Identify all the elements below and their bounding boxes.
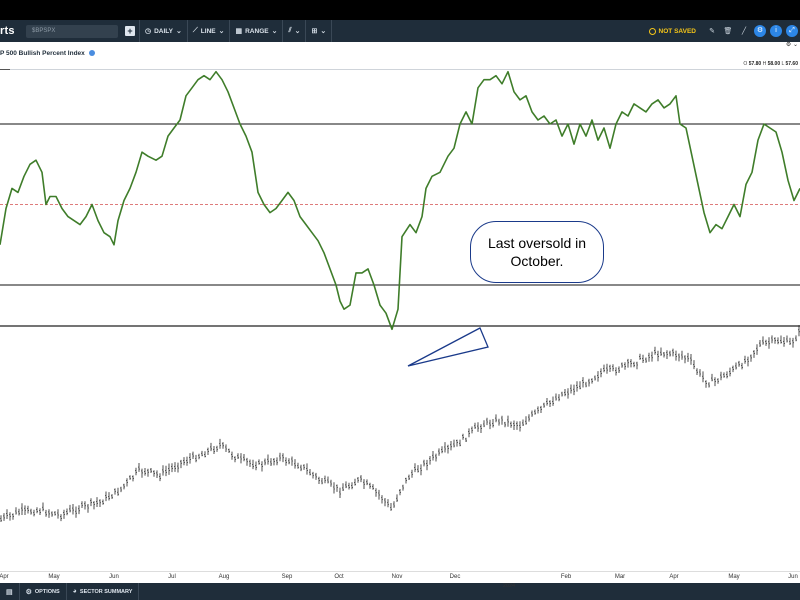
info-icon[interactable]: i xyxy=(770,25,782,37)
sector-summary-button[interactable]: ◕ SECTOR SUMMARY xyxy=(67,583,140,600)
x-axis-label: Nov xyxy=(391,574,403,580)
chart-area[interactable] xyxy=(0,70,800,571)
clock-icon: ◷ xyxy=(145,28,152,35)
bottom-left-button[interactable]: ▤ xyxy=(0,583,20,600)
chart-type-label: LINE xyxy=(200,27,216,35)
chart-svg xyxy=(0,70,800,522)
options-label: OPTIONS xyxy=(34,588,60,595)
x-axis-label: May xyxy=(728,574,740,580)
x-axis-label: Dec xyxy=(449,574,461,580)
chevron-down-icon: ⌄ xyxy=(271,28,278,35)
expand-icon[interactable]: ⤢ xyxy=(786,25,798,37)
comment-icon[interactable]: ✎ xyxy=(704,27,720,35)
callout-pointer xyxy=(407,327,489,367)
year-label: 2024 xyxy=(502,583,516,589)
calendar-icon: ▦ xyxy=(235,28,243,35)
x-axis: Apr May Jun Jul Aug Sep Oct Nov Dec Feb Mar Apr May J… xyxy=(0,571,800,583)
symbol-search-input[interactable]: $BPSPX xyxy=(26,24,118,38)
window-top-strip xyxy=(0,0,800,20)
chart-toolbar: rts $BPSPX + ◷ DAILY ⌄ ⟋ LINE ⌄ ▦ RANGE … xyxy=(0,20,800,42)
app-brand: rts xyxy=(0,25,15,37)
period-label: DAILY xyxy=(154,27,174,35)
x-axis-label: Mar xyxy=(614,574,626,580)
ohlc-value: 57.60 xyxy=(785,61,798,67)
x-axis-label: Apr xyxy=(0,574,9,580)
trash-icon[interactable]: 🗑 xyxy=(720,27,736,35)
x-axis-label: Sep xyxy=(281,574,293,580)
grid-layout-icon: ⊞ xyxy=(311,28,318,35)
ohlc-value: 58.00 xyxy=(767,61,782,67)
toolbar-right-group: NOT SAVED ✎ 🗑 ╱ ⚙ i ⤢ xyxy=(641,20,800,42)
x-axis-label: Feb xyxy=(560,574,572,580)
indicators-dropdown[interactable]: ⫽ ⌄ xyxy=(283,20,307,42)
x-axis-label: Jul xyxy=(168,574,176,580)
chevron-down-icon: ⌄ xyxy=(320,28,327,35)
x-axis-label: Aug xyxy=(218,574,230,580)
chevron-down-icon: ⌄ xyxy=(294,28,301,35)
range-label: RANGE xyxy=(245,27,269,35)
bottom-bar: ▤ ⚙ OPTIONS ◕ SECTOR SUMMARY xyxy=(0,583,800,600)
unsaved-ring-icon xyxy=(648,27,656,35)
ohlc-readout: O 57.80 H 58.00 L 57.60 xyxy=(743,61,798,67)
x-axis-label: Apr xyxy=(669,574,679,580)
x-axis-label: Jun xyxy=(788,574,798,580)
year-label-bg xyxy=(497,574,521,583)
line-chart-icon: ⟋ xyxy=(192,27,198,34)
pie-icon: ◕ xyxy=(72,588,77,595)
sector-summary-label: SECTOR SUMMARY xyxy=(79,588,133,595)
x-axis-label: Jun xyxy=(109,574,119,580)
ohlc-value: 57.80 xyxy=(748,61,763,67)
gear-icon: ⚙ xyxy=(25,588,32,596)
bullish-percent-line xyxy=(0,70,800,331)
range-dropdown[interactable]: ▦ RANGE ⌄ xyxy=(230,20,284,42)
chart-title-text: P 500 Bullish Percent Index xyxy=(0,50,85,57)
save-status-label: NOT SAVED xyxy=(658,27,696,35)
save-status[interactable]: NOT SAVED xyxy=(641,27,704,35)
annotation-callout: Last oversold in October. xyxy=(470,221,604,283)
add-chart-button[interactable]: + xyxy=(125,26,135,36)
chevron-down-icon: ⌄ xyxy=(218,28,225,35)
title-info-icon[interactable] xyxy=(88,50,95,56)
chevron-down-icon: ⌄ xyxy=(176,28,182,35)
settings-icon[interactable]: ⚙ xyxy=(754,25,766,37)
chart-title: P 500 Bullish Percent Index xyxy=(0,50,95,57)
chart-icon: ▤ xyxy=(6,588,13,596)
chart-settings-icon[interactable]: ⚙ ⌄ xyxy=(786,41,798,48)
x-axis-label: May xyxy=(48,574,60,580)
layout-dropdown[interactable]: ⊞ ⌄ xyxy=(306,20,333,42)
draw-tool-icon[interactable]: ╱ xyxy=(736,27,752,35)
options-button[interactable]: ⚙ OPTIONS xyxy=(20,583,67,600)
indicator-chart-icon: ⫽ xyxy=(288,27,292,34)
chart-header: P 500 Bullish Percent Index ⚙ ⌄ O 57.80 … xyxy=(0,41,800,76)
x-axis-label: Oct xyxy=(334,574,344,580)
chart-type-dropdown[interactable]: ⟋ LINE ⌄ xyxy=(188,20,231,42)
period-dropdown[interactable]: ◷ DAILY ⌄ xyxy=(139,20,188,42)
